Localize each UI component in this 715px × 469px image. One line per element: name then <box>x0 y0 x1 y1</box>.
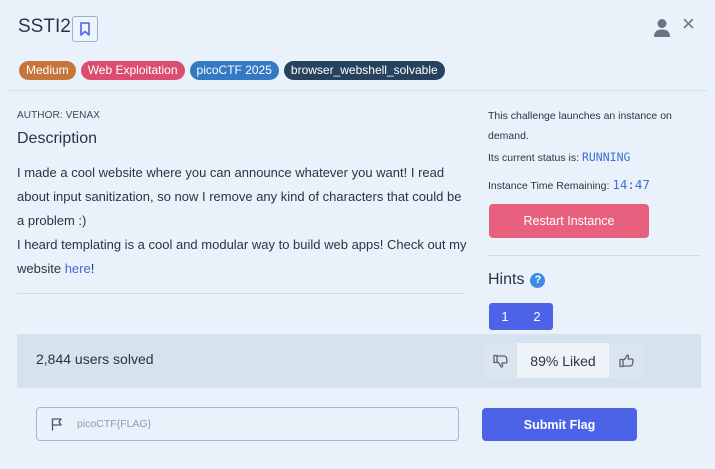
thumbs-down-button[interactable] <box>483 343 517 378</box>
thumbs-down-icon <box>492 354 508 368</box>
close-icon[interactable]: × <box>682 13 695 35</box>
instance-status: Its current status is: RUNNING <box>488 150 630 164</box>
status-value: RUNNING <box>581 150 631 164</box>
liked-percentage: 89% Liked <box>517 343 609 378</box>
status-label: Its current status is: <box>488 152 582 164</box>
bookmark-icon <box>80 22 90 36</box>
tag-list: Medium Web Exploitation picoCTF 2025 bro… <box>19 61 445 80</box>
challenge-title: SSTI2 <box>18 16 71 37</box>
submit-flag-button[interactable]: Submit Flag <box>482 408 637 441</box>
tag-category[interactable]: Web Exploitation <box>80 61 185 80</box>
hints-title: Hints <box>488 271 525 288</box>
description-text-end: ! <box>90 261 95 276</box>
description-body: I made a cool website where you can anno… <box>17 161 467 281</box>
time-label: Instance Time Remaining: <box>488 180 613 192</box>
flag-icon <box>51 417 62 430</box>
flag-input[interactable] <box>77 418 437 430</box>
description-divider <box>17 293 464 294</box>
help-icon[interactable]: ? <box>530 272 546 288</box>
header-divider <box>8 90 708 91</box>
restart-instance-button[interactable]: Restart Instance <box>489 204 649 238</box>
hints-heading: Hints ? <box>488 271 546 289</box>
tag-difficulty[interactable]: Medium <box>19 61 76 80</box>
hint-tab-2[interactable]: 2 <box>521 303 553 330</box>
user-icon[interactable] <box>653 18 671 38</box>
author-label: AUTHOR: VENAX <box>17 110 100 121</box>
flag-input-group <box>36 407 459 441</box>
thumbs-up-button[interactable] <box>609 343 643 378</box>
instance-launch-text: This challenge launches an instance on d… <box>488 110 672 142</box>
tag-browser-webshell[interactable]: browser_webshell_solvable <box>283 61 445 80</box>
thumbs-up-icon <box>618 353 634 367</box>
bookmark-button[interactable] <box>72 16 98 42</box>
hint-tab-1[interactable]: 1 <box>489 303 521 330</box>
instance-time: Instance Time Remaining: 14:47 <box>488 177 650 192</box>
website-link[interactable]: here <box>65 261 91 276</box>
hint-tabs: 1 2 <box>489 303 553 330</box>
time-value: 14:47 <box>612 177 650 192</box>
like-group: 89% Liked <box>483 343 643 378</box>
description-paragraph-1: I made a cool website where you can anno… <box>17 165 462 228</box>
hints-divider <box>488 255 700 256</box>
solved-count: 2,844 users solved <box>36 351 154 367</box>
description-heading: Description <box>17 130 98 147</box>
description-paragraph-2: I heard templating is a cool and modular… <box>17 233 467 281</box>
tag-event[interactable]: picoCTF 2025 <box>189 61 279 80</box>
